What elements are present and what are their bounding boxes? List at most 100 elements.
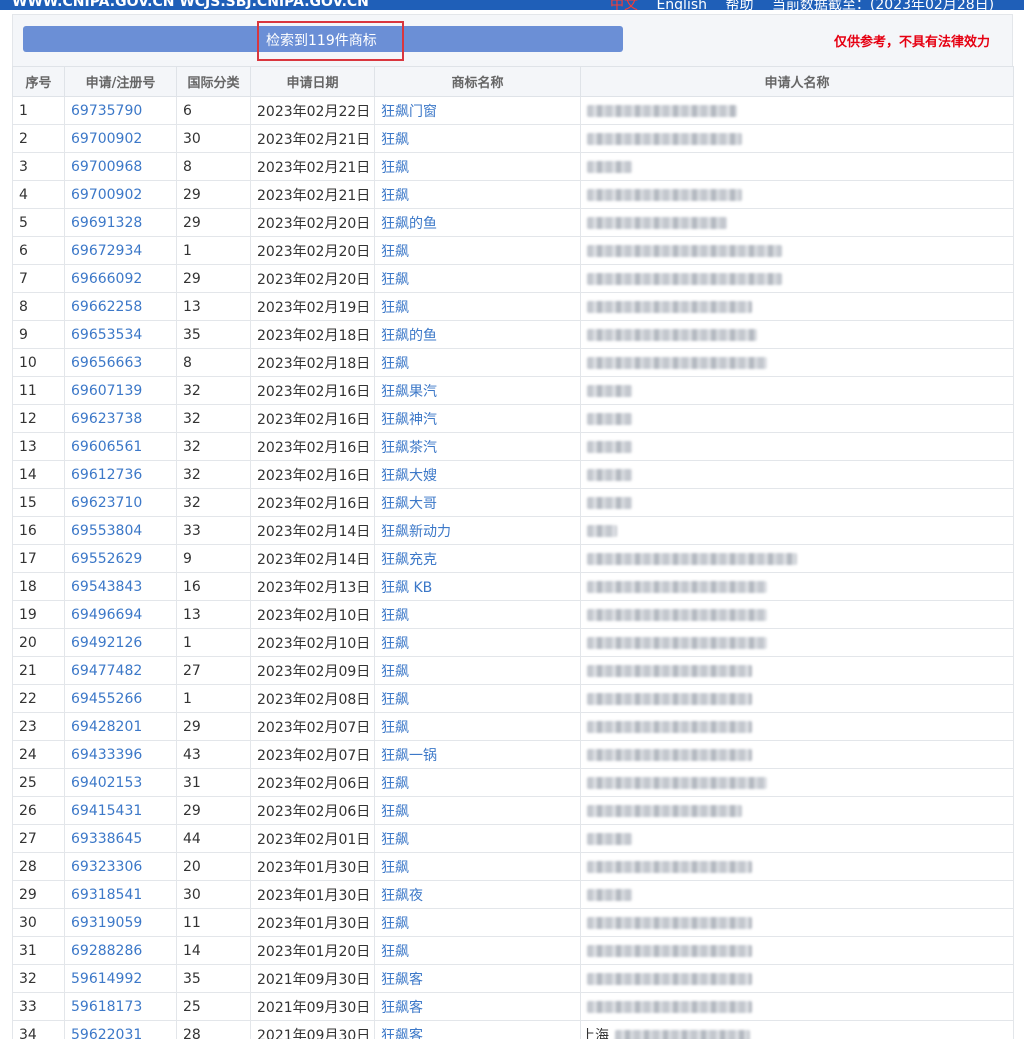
application-date: 2021年09月30日	[250, 992, 375, 1021]
application-date: 2023年02月19日	[250, 292, 375, 321]
trademark-name-link[interactable]: 狂飙一锅	[374, 740, 581, 769]
reg-number-link[interactable]: 69691328	[64, 208, 177, 237]
trademark-name-link[interactable]: 狂飙神汽	[374, 404, 581, 433]
reg-number-link[interactable]: 69656663	[64, 348, 177, 377]
reg-number-link[interactable]: 69402153	[64, 768, 177, 797]
trademark-name-link[interactable]: 狂飙	[374, 628, 581, 657]
reg-number-link[interactable]: 69338645	[64, 824, 177, 853]
intl-class: 30	[176, 880, 251, 909]
table-row: 1 69735790 6 2023年02月22日 狂飙门窗	[12, 96, 1014, 125]
reg-number-link[interactable]: 69492126	[64, 628, 177, 657]
trademark-name-link[interactable]: 狂飙	[374, 600, 581, 629]
trademark-name-link[interactable]: 狂飙	[374, 180, 581, 209]
col-header-index: 序号	[12, 66, 65, 97]
reg-number-link[interactable]: 69553804	[64, 516, 177, 545]
row-index: 11	[12, 376, 65, 405]
trademark-name-link[interactable]: 狂飙大哥	[374, 488, 581, 517]
trademark-name-link[interactable]: 狂飙	[374, 684, 581, 713]
row-index: 5	[12, 208, 65, 237]
reg-number-link[interactable]: 69477482	[64, 656, 177, 685]
application-date: 2023年01月30日	[250, 908, 375, 937]
applicant-name	[580, 572, 1014, 601]
table-row: 15 69623710 32 2023年02月16日 狂飙大哥	[12, 488, 1014, 517]
intl-class: 14	[176, 936, 251, 965]
data-cutoff-date: 当前数据截至：(2023年02月28日)	[771, 0, 995, 10]
redacted-applicant	[587, 356, 767, 369]
trademark-name-link[interactable]: 狂飙	[374, 796, 581, 825]
nav-english[interactable]: English	[656, 0, 707, 10]
applicant-name	[580, 348, 1014, 377]
reg-number-link[interactable]: 69433396	[64, 740, 177, 769]
applicant-name	[580, 180, 1014, 209]
reg-number-link[interactable]: 69428201	[64, 712, 177, 741]
reg-number-link[interactable]: 69455266	[64, 684, 177, 713]
trademark-results-table: 序号 申请/注册号 国际分类 申请日期 商标名称 申请人名称 1 69735790…	[12, 66, 1014, 1039]
trademark-name-link[interactable]: 狂飙充克	[374, 544, 581, 573]
application-date: 2023年01月30日	[250, 852, 375, 881]
trademark-name-link[interactable]: 狂飙	[374, 264, 581, 293]
trademark-name-link[interactable]: 狂飙	[374, 908, 581, 937]
reg-number-link[interactable]: 69623738	[64, 404, 177, 433]
reg-number-link[interactable]: 69735790	[64, 96, 177, 125]
reg-number-link[interactable]: 69700902	[64, 180, 177, 209]
reg-number-link[interactable]: 69323306	[64, 852, 177, 881]
trademark-name-link[interactable]: 狂飙	[374, 712, 581, 741]
trademark-name-link[interactable]: 狂飙果汽	[374, 376, 581, 405]
reg-number-link[interactable]: 69496694	[64, 600, 177, 629]
trademark-name-link[interactable]: 狂飙	[374, 824, 581, 853]
row-index: 2	[12, 124, 65, 153]
reg-number-link[interactable]: 69653534	[64, 320, 177, 349]
reg-number-link[interactable]: 69319059	[64, 908, 177, 937]
trademark-name-link[interactable]: 狂飙新动力	[374, 516, 581, 545]
trademark-name-link[interactable]: 狂飙	[374, 292, 581, 321]
trademark-name-link[interactable]: 狂飙的鱼	[374, 208, 581, 237]
trademark-name-link[interactable]: 狂飙	[374, 124, 581, 153]
application-date: 2021年09月30日	[250, 964, 375, 993]
reg-number-link[interactable]: 59622031	[64, 1020, 177, 1039]
trademark-name-link[interactable]: 狂飙	[374, 348, 581, 377]
reg-number-link[interactable]: 69672934	[64, 236, 177, 265]
reg-number-link[interactable]: 69666092	[64, 264, 177, 293]
top-nav: 中文 English 帮助 当前数据截至：(2023年02月28日)	[610, 0, 1008, 10]
application-date: 2023年02月20日	[250, 208, 375, 237]
applicant-name	[580, 712, 1014, 741]
reg-number-link[interactable]: 69415431	[64, 796, 177, 825]
trademark-name-link[interactable]: 狂飙	[374, 852, 581, 881]
trademark-name-link[interactable]: 狂飙	[374, 936, 581, 965]
trademark-name-link[interactable]: 狂飙门窗	[374, 96, 581, 125]
trademark-name-link[interactable]: 狂飙客	[374, 992, 581, 1021]
nav-help[interactable]: 帮助	[725, 0, 753, 10]
reg-number-link[interactable]: 69552629	[64, 544, 177, 573]
trademark-name-link[interactable]: 狂飙客	[374, 1020, 581, 1039]
trademark-name-link[interactable]: 狂飙夜	[374, 880, 581, 909]
reg-number-link[interactable]: 69662258	[64, 292, 177, 321]
trademark-name-link[interactable]: 狂飙	[374, 236, 581, 265]
reg-number-link[interactable]: 69607139	[64, 376, 177, 405]
trademark-name-link[interactable]: 狂飙的鱼	[374, 320, 581, 349]
row-index: 26	[12, 796, 65, 825]
application-date: 2023年02月14日	[250, 516, 375, 545]
reg-number-link[interactable]: 69606561	[64, 432, 177, 461]
trademark-name-link[interactable]: 狂飙大嫂	[374, 460, 581, 489]
col-header-trademark-name: 商标名称	[374, 66, 581, 97]
reg-number-link[interactable]: 69700968	[64, 152, 177, 181]
reg-number-link[interactable]: 69543843	[64, 572, 177, 601]
trademark-name-link[interactable]: 狂飙	[374, 152, 581, 181]
trademark-name-link[interactable]: 狂飙	[374, 656, 581, 685]
intl-class: 20	[176, 852, 251, 881]
reg-number-link[interactable]: 69288286	[64, 936, 177, 965]
reg-number-link[interactable]: 69318541	[64, 880, 177, 909]
table-row: 26 69415431 29 2023年02月06日 狂飙	[12, 796, 1014, 825]
reg-number-link[interactable]: 69700902	[64, 124, 177, 153]
trademark-name-link[interactable]: 狂飙	[374, 768, 581, 797]
reg-number-link[interactable]: 69612736	[64, 460, 177, 489]
trademark-name-link[interactable]: 狂飙 KB	[374, 572, 581, 601]
nav-chinese[interactable]: 中文	[610, 0, 638, 10]
reg-number-link[interactable]: 69623710	[64, 488, 177, 517]
reg-number-link[interactable]: 59614992	[64, 964, 177, 993]
trademark-name-link[interactable]: 狂飙客	[374, 964, 581, 993]
trademark-name-link[interactable]: 狂飙茶汽	[374, 432, 581, 461]
reg-number-link[interactable]: 59618173	[64, 992, 177, 1021]
application-date: 2023年02月07日	[250, 712, 375, 741]
table-row: 31 69288286 14 2023年01月20日 狂飙	[12, 936, 1014, 965]
